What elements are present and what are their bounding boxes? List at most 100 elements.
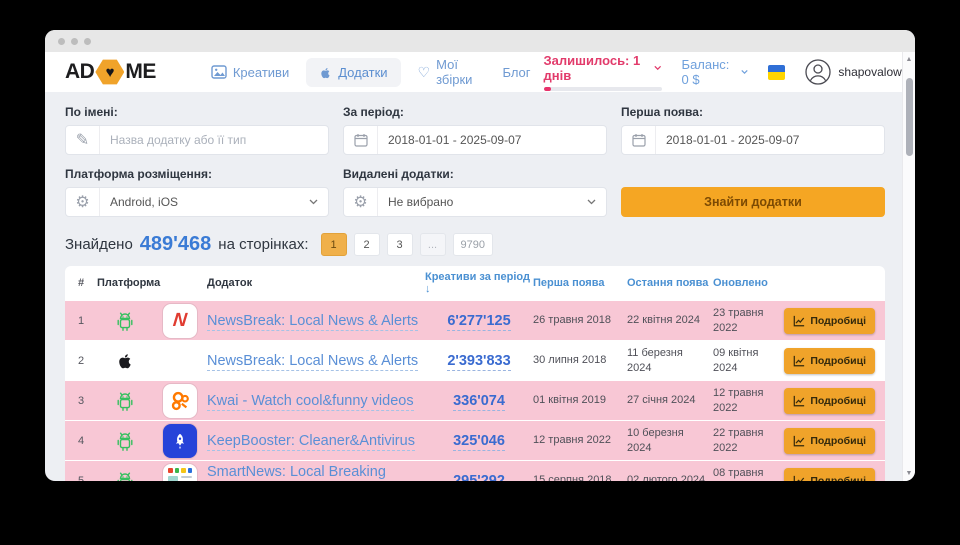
col-header-creatives[interactable]: Креативи за період ↓ (425, 271, 533, 295)
scrollbar-thumb[interactable] (906, 78, 913, 156)
nav-item-apps[interactable]: Додатки (306, 58, 400, 87)
table-row: 2 NewsBreak: Local News & Alerts 2'393'8… (65, 340, 885, 380)
creatives-count-link[interactable]: 325'046 (453, 433, 505, 451)
details-label: Подробиці (810, 315, 866, 327)
period-input-wrap (343, 125, 607, 155)
smartnews-app-icon (163, 464, 197, 482)
filter-by-name: По імені: ✎ (65, 105, 329, 155)
logo-text-pre: AD (65, 60, 94, 84)
details-button[interactable]: Подробиці (784, 428, 875, 454)
android-icon (97, 390, 153, 412)
deleted-apps-select[interactable]: ⚙ Не вибрано (343, 187, 607, 217)
filter-label: Видалені додатки: (343, 167, 607, 181)
details-button[interactable]: Подробиці (784, 468, 875, 482)
page-button-3[interactable]: 3 (387, 233, 413, 256)
remaining-label: Залишилось: 1 днів (544, 53, 650, 83)
row-number: 5 (65, 475, 97, 482)
last-seen-date: 02 лютого 2024 (627, 473, 713, 481)
window-minimize-button[interactable] (71, 38, 78, 45)
gear-icon: ⚙ (66, 188, 100, 216)
topbar-right: Залишилось: 1 днів Баланс: 0 $ shapovalo… (544, 53, 915, 91)
page-button-2[interactable]: 2 (354, 233, 380, 256)
filter-label: Платформа розміщення: (65, 167, 329, 181)
updated-date: 23 травня 2022 (713, 306, 789, 336)
nav-item-collections[interactable]: ♡ Мої збірки (405, 50, 486, 94)
apple-icon (97, 350, 153, 371)
creatives-count-link[interactable]: 2'393'833 (447, 353, 510, 371)
app-name-link[interactable]: NewsBreak: Local News & Alerts (207, 353, 418, 371)
col-header-first-seen[interactable]: Перша поява (533, 277, 627, 289)
logo-text-post: ME (125, 60, 156, 84)
row-number: 1 (65, 315, 97, 327)
details-label: Подробиці (810, 475, 866, 482)
col-header-last-seen[interactable]: Остання поява (627, 277, 713, 289)
page-button-1[interactable]: 1 (321, 233, 347, 256)
first-seen-date: 30 липня 2018 (533, 353, 627, 368)
period-range-input[interactable] (378, 133, 606, 147)
app-name-link[interactable]: KeepBooster: Cleaner&Antivirus (207, 433, 415, 451)
chart-icon (793, 355, 805, 367)
browser-window: AD ♥ ME Креативи Додатки ♡ Мої збірки Бл… (45, 30, 915, 481)
window-maximize-button[interactable] (84, 38, 91, 45)
nav-item-creatives[interactable]: Креативи (198, 58, 302, 87)
details-button[interactable]: Подробиці (784, 388, 875, 414)
first-seen-date: 01 квітня 2019 (533, 393, 627, 408)
name-input-wrap: ✎ (65, 125, 329, 155)
kwai-app-icon (163, 384, 197, 418)
nav-label: Креативи (233, 65, 289, 80)
chart-icon (793, 475, 805, 482)
page-content: По імені: ✎ За період: Перша поява: (45, 92, 915, 481)
details-label: Подробиці (810, 355, 866, 367)
last-seen-date: 22 квітня 2024 (627, 313, 713, 328)
remaining-progress-bar (544, 87, 662, 91)
col-header-platform: Платформа (97, 277, 153, 289)
first-seen-range-input[interactable] (656, 133, 884, 147)
creatives-count-link[interactable]: 336'074 (453, 393, 505, 411)
filter-first-seen: Перша поява: (621, 105, 885, 155)
creatives-count-link[interactable]: 295'292 (453, 473, 505, 482)
filter-label: Перша поява: (621, 105, 885, 119)
app-name-input[interactable] (100, 133, 328, 147)
apple-icon (319, 65, 332, 80)
remaining-dropdown[interactable]: Залишилось: 1 днів (544, 53, 662, 83)
window-close-button[interactable] (58, 38, 65, 45)
platform-select-value: Android, iOS (100, 195, 309, 209)
filters-panel: По імені: ✎ За період: Перша поява: (65, 105, 885, 217)
app-name-link[interactable]: Kwai - Watch cool&funny videos (207, 393, 414, 411)
col-header-updated[interactable]: Оновлено (713, 277, 789, 289)
chart-icon (793, 395, 805, 407)
balance-dropdown[interactable]: Баланс: 0 $ (682, 57, 748, 87)
scroll-down-icon[interactable]: ▼ (903, 470, 915, 477)
col-header-num: # (65, 277, 97, 289)
scroll-up-icon[interactable]: ▲ (903, 56, 915, 63)
ukraine-flag-icon[interactable] (768, 65, 785, 80)
platform-select[interactable]: ⚙ Android, iOS (65, 187, 329, 217)
user-menu[interactable]: shapovalowa_ad (805, 59, 915, 85)
results-summary: Знайдено 489'468 на сторінках: 1 2 3 ...… (65, 233, 885, 256)
heart-icon: ♡ (418, 65, 431, 79)
creatives-count-link[interactable]: 6'277'125 (447, 313, 510, 331)
page-scrollbar[interactable]: ▲ ▼ (902, 52, 915, 481)
row-number: 2 (65, 355, 97, 367)
sort-desc-icon: ↓ (425, 283, 431, 295)
find-apps-button[interactable]: Знайти додатки (621, 187, 885, 217)
table-header-row: # Платформа Додаток Креативи за період ↓… (65, 266, 885, 300)
nav-label: Додатки (338, 65, 387, 80)
details-button[interactable]: Подробиці (784, 348, 875, 374)
updated-date: 08 травня 2022 (713, 466, 789, 481)
details-button[interactable]: Подробиці (784, 308, 875, 334)
first-seen-date: 15 серпня 2018 (533, 473, 627, 481)
nav-label: Блог (502, 65, 530, 80)
app-name-link[interactable]: SmartNews: Local Breaking News (207, 464, 386, 482)
pencil-icon: ✎ (66, 126, 100, 154)
chevron-down-icon (741, 69, 748, 75)
col-header-app: Додаток (207, 277, 425, 289)
logo-hexagon-heart-icon: ♥ (95, 59, 124, 86)
app-name-link[interactable]: NewsBreak: Local News & Alerts (207, 313, 418, 331)
filter-deleted-apps: Видалені додатки: ⚙ Не вибрано (343, 167, 607, 217)
subscription-remaining: Залишилось: 1 днів (544, 53, 662, 91)
gear-icon: ⚙ (344, 188, 378, 216)
adheart-logo[interactable]: AD ♥ ME (65, 59, 156, 86)
nav-item-blog[interactable]: Блог (489, 58, 543, 87)
page-button-last[interactable]: 9790 (453, 233, 493, 256)
